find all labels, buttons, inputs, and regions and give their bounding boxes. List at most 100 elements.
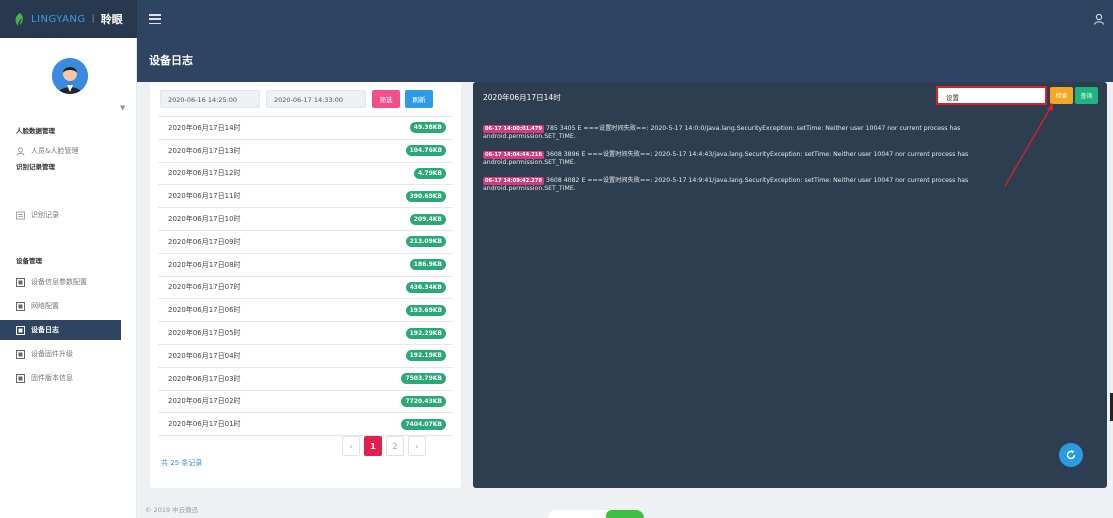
- search-button[interactable]: 检索: [1050, 87, 1073, 104]
- leaf-logo-icon: [15, 12, 24, 26]
- file-size-badge: 193.69KB: [405, 304, 446, 316]
- list-item[interactable]: 2020年06月17日07时 436.34KB: [158, 277, 453, 300]
- file-name: 2020年06月17日03时: [168, 374, 241, 383]
- log-timestamp-badge: 06-17 14:04:44.218: [483, 151, 545, 159]
- log-line: 06-17 14:04:44.218 3608 3896 E ===设置时间失败=…: [483, 151, 1043, 167]
- pagination: ‹ 1 2 ›: [342, 436, 426, 456]
- file-name: 2020年06月17日09时: [168, 237, 241, 246]
- file-list: 2020年06月17日14时 49.38KB 2020年06月17日13时 104.7…: [158, 116, 453, 464]
- query-button[interactable]: 查询: [1075, 87, 1098, 104]
- file-name: 2020年06月17日13时: [168, 146, 241, 155]
- log-text: 3608 4082 E ===设置时间失败==: 2020-5-17 14:9:…: [483, 177, 969, 192]
- avatar-person-icon: [52, 58, 88, 94]
- total-records: 共 25 条记录: [161, 459, 203, 467]
- refresh-icon: [1066, 450, 1076, 460]
- file-name: 2020年06月17日11时: [168, 192, 241, 201]
- sidebar-item-label: 固件版本信息: [31, 374, 73, 382]
- sidebar-item-device-log[interactable]: 设备日志: [0, 320, 121, 340]
- sidebar-section-face-data: 人脸数据管理: [16, 127, 55, 135]
- log-file-list-card: 2020-06-16 14:25:00 2020-06-17 14:33:00 …: [150, 82, 461, 488]
- brand-name-en: LINGYANG: [31, 13, 86, 25]
- page-title: 设备日志: [149, 54, 193, 67]
- sidebar-section-records: 识别记录管理: [16, 163, 55, 171]
- sidebar-item-firmware-version[interactable]: 固件版本信息: [16, 368, 137, 388]
- list-item[interactable]: 2020年06月17日14时 49.38KB: [158, 117, 453, 140]
- file-size-badge: 213.09KB: [405, 236, 446, 248]
- log-timestamp-badge: 06-17 14:00:01.479: [483, 125, 545, 133]
- user-account-icon[interactable]: [1093, 13, 1105, 25]
- file-name: 2020年06月17日06时: [168, 306, 241, 315]
- log-lines: 06-17 14:00:01.479 785 3405 E ===设置时间失败==…: [483, 125, 1043, 203]
- file-size-badge: 49.38KB: [409, 122, 446, 134]
- filter-button[interactable]: 筛选: [372, 90, 400, 108]
- sidebar-section-device: 设备管理: [16, 257, 42, 265]
- file-name: 2020年06月17日08时: [168, 260, 241, 269]
- list-item[interactable]: 2020年06月17日03时 7503.79KB: [158, 368, 453, 391]
- avatar-dropdown-icon[interactable]: ▼: [120, 104, 125, 112]
- avatar[interactable]: [52, 58, 88, 94]
- file-name: 2020年06月17日12时: [168, 169, 241, 178]
- sidebar-item-label: 网络配置: [31, 302, 59, 310]
- sidebar-item-label: 设备固件升级: [31, 350, 73, 358]
- file-size-badge: 104.76KB: [405, 145, 446, 157]
- floating-widget[interactable]: [548, 510, 644, 518]
- brand-name-cn: 聆眼: [100, 13, 123, 26]
- menu-toggle-icon[interactable]: [149, 14, 161, 24]
- log-timestamp-badge: 06-17 14:09:42.278: [483, 177, 545, 185]
- log-search-input[interactable]: 设置: [936, 86, 1047, 105]
- file-size-badge: 192.29KB: [405, 327, 446, 339]
- log-text: 785 3405 E ===设置时间失败==: 2020-5-17 14:0:0…: [483, 125, 961, 140]
- start-time-input[interactable]: 2020-06-16 14:25:00: [160, 90, 260, 108]
- refresh-list-button[interactable]: 刷新: [405, 90, 433, 108]
- device-icon: [16, 325, 25, 335]
- record-icon: [16, 211, 25, 220]
- sidebar-item-label: 设备日志: [31, 326, 59, 334]
- file-name: 2020年06月17日04时: [168, 351, 241, 360]
- log-title: 2020年06月17日14时: [483, 93, 561, 102]
- end-time-input[interactable]: 2020-06-17 14:33:00: [266, 90, 366, 108]
- next-page-button[interactable]: ›: [408, 436, 426, 456]
- list-item[interactable]: 2020年06月17日08时 186.9KB: [158, 254, 453, 277]
- file-size-badge: 7503.79KB: [401, 373, 446, 385]
- file-size-badge: 436.34KB: [405, 281, 446, 293]
- file-name: 2020年06月17日10时: [168, 215, 241, 224]
- log-text: 3608 3896 E ===设置时间失败==: 2020-5-17 14:4:…: [483, 151, 969, 166]
- refresh-log-button[interactable]: [1059, 443, 1083, 467]
- file-size-badge: 192.19KB: [405, 350, 446, 362]
- person-icon: [16, 147, 25, 156]
- list-item[interactable]: 2020年06月17日01时 7404.07KB: [158, 413, 453, 437]
- list-item[interactable]: 2020年06月17日13时 104.76KB: [158, 140, 453, 163]
- list-item[interactable]: 2020年06月17日11时 390.69KB: [158, 185, 453, 209]
- file-name: 2020年06月17日02时: [168, 397, 241, 406]
- sidebar-item-label: 识别记录: [31, 211, 59, 219]
- file-name: 2020年06月17日05时: [168, 329, 241, 338]
- sidebar: ▼ 人脸数据管理 人员&人脸管理 识别记录管理 识别记录 设备管理 设备信息参数…: [0, 38, 137, 518]
- list-item[interactable]: 2020年06月17日04时 192.19KB: [158, 345, 453, 368]
- footer-copyright: © 2019 中云微迅: [145, 506, 199, 514]
- file-size-badge: 209.4KB: [409, 213, 446, 225]
- sidebar-item-firmware-upgrade[interactable]: 设备固件升级: [16, 344, 137, 364]
- sidebar-item-network[interactable]: 网络配置: [16, 296, 137, 316]
- brand-separator: |: [91, 14, 95, 24]
- brand-logo[interactable]: LINGYANG | 聆眼: [0, 0, 137, 38]
- file-name: 2020年06月17日07时: [168, 283, 241, 292]
- sidebar-item-label: 设备信息参数配置: [31, 278, 87, 286]
- sidebar-item-records[interactable]: 识别记录: [16, 205, 137, 225]
- log-line: 06-17 14:09:42.278 3608 4082 E ===设置时间失败=…: [483, 177, 1043, 193]
- list-item[interactable]: 2020年06月17日10时 209.4KB: [158, 208, 453, 231]
- sidebar-item-person-face[interactable]: 人员&人脸管理: [16, 141, 137, 161]
- sidebar-item-device-params[interactable]: 设备信息参数配置: [16, 272, 137, 292]
- page-header: 设备日志: [137, 38, 1113, 82]
- top-bar: LINGYANG | 聆眼: [0, 0, 1113, 38]
- page-button-1[interactable]: 1: [364, 436, 382, 456]
- list-item[interactable]: 2020年06月17日12时 4.79KB: [158, 163, 453, 186]
- prev-page-button[interactable]: ‹: [342, 436, 360, 456]
- list-item[interactable]: 2020年06月17日02时 7720.43KB: [158, 391, 453, 414]
- log-viewer-panel: 2020年06月17日14时 设置 检索 查询 06-17 14:00:01.4…: [473, 82, 1107, 488]
- list-item[interactable]: 2020年06月17日09时 213.09KB: [158, 231, 453, 254]
- device-icon: [16, 349, 25, 359]
- list-item[interactable]: 2020年06月17日05时 192.29KB: [158, 322, 453, 345]
- device-icon: [16, 301, 25, 311]
- page-button-2[interactable]: 2: [386, 436, 404, 456]
- list-item[interactable]: 2020年06月17日06时 193.69KB: [158, 299, 453, 323]
